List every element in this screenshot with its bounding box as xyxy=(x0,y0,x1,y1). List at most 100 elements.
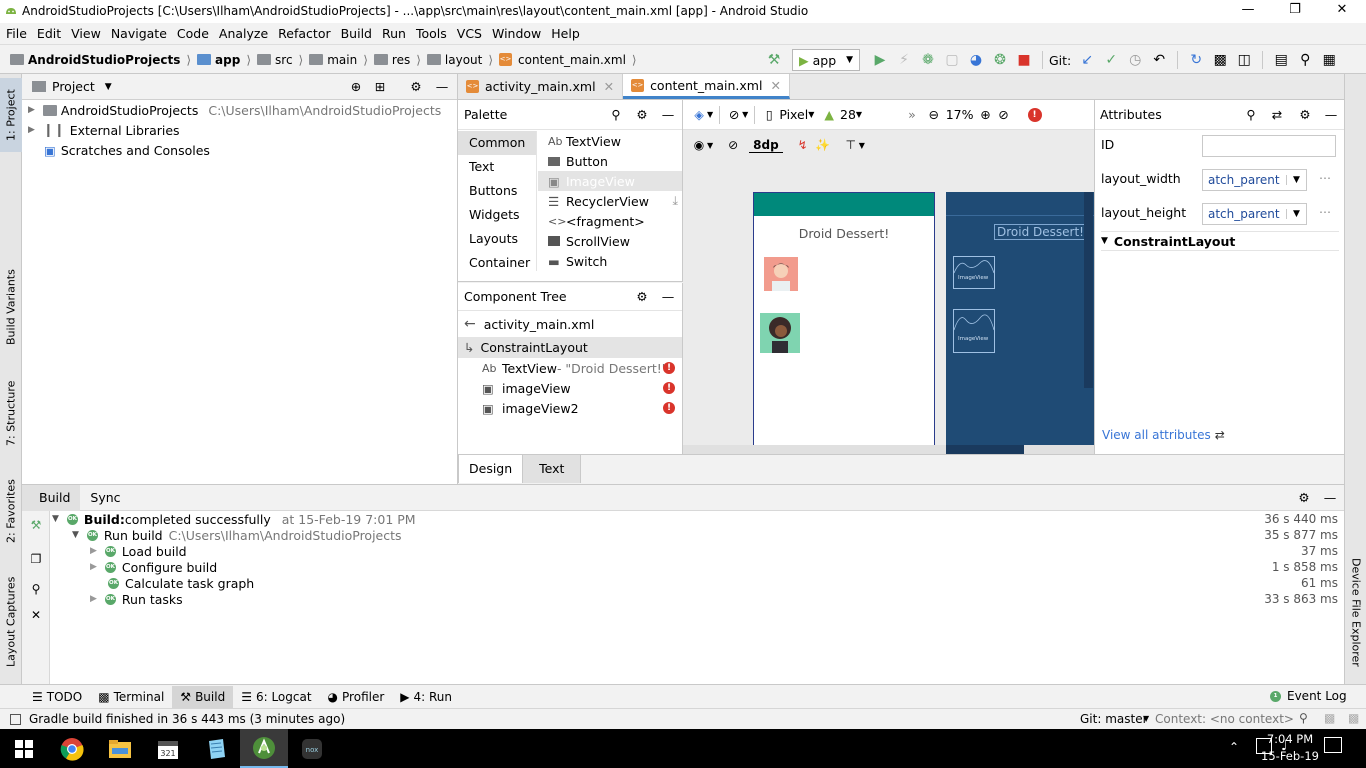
project-tool-tab[interactable]: 1: Project xyxy=(0,78,22,152)
build-hammer-icon[interactable]: ⚒ xyxy=(28,517,44,533)
tab-sync[interactable]: Sync xyxy=(80,485,130,511)
menu-code[interactable]: Code xyxy=(172,23,214,45)
error-icon[interactable]: ! xyxy=(663,362,675,374)
back-arrow-icon[interactable]: ← xyxy=(464,316,476,332)
blueprint-title-text[interactable]: Droid Dessert! xyxy=(994,224,1087,240)
close-icon[interactable]: ✕ xyxy=(28,607,44,623)
layout-captures-tool-tab[interactable]: Layout Captures xyxy=(0,572,22,672)
palette-item-imageview[interactable]: ▣ ImageView xyxy=(538,171,682,191)
lock-icon[interactable]: ⚲ xyxy=(1299,711,1308,725)
clock[interactable]: 7:04 PM 15-Feb-19 xyxy=(1244,731,1324,765)
hide-icon[interactable]: — xyxy=(1322,490,1338,506)
close-icon[interactable]: ✕ xyxy=(604,79,614,94)
blueprint-imageview[interactable]: ImageView xyxy=(953,256,995,289)
palette-category-container[interactable]: Container xyxy=(458,251,536,271)
attach-debugger-icon[interactable]: ▢ xyxy=(940,48,964,72)
menu-refactor[interactable]: Refactor xyxy=(273,23,335,45)
breadcrumb-src[interactable]: src ⟩ xyxy=(257,53,303,67)
logcat-tool-button[interactable]: ☰ 6: Logcat xyxy=(233,686,319,708)
build-row-calculate-task-graph[interactable]: OK Calculate task graph 61 ms xyxy=(108,575,1342,591)
default-margin-select[interactable]: 8dp xyxy=(749,138,783,153)
chevron-down-icon[interactable]: ▼ xyxy=(105,82,112,92)
todo-tool-button[interactable]: ☰ TODO xyxy=(24,686,90,708)
more-icon[interactable]: ⋯ xyxy=(1319,205,1331,219)
menu-view[interactable]: View xyxy=(66,23,106,45)
favorites-tool-tab[interactable]: 2: Favorites xyxy=(0,472,22,550)
blueprint-imageview2[interactable]: ImageView xyxy=(953,309,995,353)
build-row-configure-build[interactable]: ▶ OK Configure build 1 s 858 ms xyxy=(90,559,1342,575)
eye-icon[interactable]: ◉ xyxy=(691,137,707,153)
component-tree-imageview[interactable]: ▣ imageView ! xyxy=(458,378,682,398)
tab-activity-main[interactable]: <> activity_main.xml ✕ xyxy=(458,74,624,99)
sdk-manager-icon[interactable]: ◫ xyxy=(1232,48,1256,72)
preview-avatar-man[interactable] xyxy=(764,257,798,291)
component-tree-textview[interactable]: Ab TextView - "Droid Dessert!" ! xyxy=(458,358,682,378)
collapse-arrow-icon[interactable]: ▼ xyxy=(1101,236,1108,246)
build-variants-tool-tab[interactable]: Build Variants xyxy=(0,262,22,352)
clear-constraints-icon[interactable]: ↯ xyxy=(795,137,811,153)
hide-icon[interactable]: — xyxy=(660,289,676,305)
palette-category-buttons[interactable]: Buttons xyxy=(458,179,536,203)
palette-category-widgets[interactable]: Widgets xyxy=(458,203,536,227)
rollback-icon[interactable]: ↶ xyxy=(1147,48,1171,72)
align-icon[interactable]: ⊤ xyxy=(843,137,859,153)
menu-edit[interactable]: Edit xyxy=(32,23,66,45)
layout-height-select[interactable]: atch_parent ▼ xyxy=(1202,203,1307,225)
gear-icon[interactable]: ⚙ xyxy=(634,107,650,123)
breadcrumb-res[interactable]: res ⟩ xyxy=(373,53,421,67)
menu-build[interactable]: Build xyxy=(336,23,377,45)
toggle-view-icon[interactable]: ❐ xyxy=(28,551,44,567)
android-studio-taskbar-button[interactable] xyxy=(240,729,288,768)
stop-icon[interactable]: ■ xyxy=(1012,48,1036,72)
gear-icon[interactable]: ⚙ xyxy=(1296,490,1312,506)
horizontal-scrollbar[interactable] xyxy=(683,445,1094,454)
autoconnect-icon[interactable]: ⊘ xyxy=(725,137,741,153)
hide-icon[interactable]: — xyxy=(1323,107,1339,123)
build-row-run-tasks[interactable]: ▶ OK Run tasks 33 s 863 ms xyxy=(90,591,1342,607)
coverage-icon[interactable]: ❂ xyxy=(988,48,1012,72)
more-icon[interactable]: ⋯ xyxy=(1319,171,1331,185)
breadcrumb-root[interactable]: AndroidStudioProjects ⟩ xyxy=(10,53,191,67)
expand-arrow-icon[interactable]: ▶ xyxy=(90,594,97,604)
git-commit-icon[interactable]: ✓ xyxy=(1099,48,1123,72)
git-branch[interactable]: Git: master xyxy=(1080,712,1148,726)
expand-arrow-icon[interactable]: ▶ xyxy=(90,546,97,556)
calendar-taskbar-button[interactable]: 321 xyxy=(144,729,192,768)
palette-category-text[interactable]: Text xyxy=(458,155,536,179)
zoom-fit-icon[interactable]: ⊘ xyxy=(996,107,1012,123)
structure-tool-tab[interactable]: 7: Structure xyxy=(0,374,22,452)
overflow-icon[interactable]: » xyxy=(908,107,916,122)
tab-design[interactable]: Design xyxy=(458,455,524,483)
gear-icon[interactable]: ⚙ xyxy=(408,79,424,95)
run-tool-button[interactable]: ▶ 4: Run xyxy=(392,686,460,708)
menu-help[interactable]: Help xyxy=(546,23,585,45)
palette-item-scrollview[interactable]: ScrollView xyxy=(538,231,682,251)
chrome-taskbar-button[interactable] xyxy=(48,729,96,768)
project-structure-icon[interactable]: ▤ xyxy=(1269,48,1293,72)
error-icon[interactable]: ! xyxy=(663,382,675,394)
breadcrumb-layout[interactable]: layout ⟩ xyxy=(426,53,493,67)
palette-category-common[interactable]: Common xyxy=(458,131,536,155)
hide-icon[interactable]: — xyxy=(434,79,450,95)
build-row-run-build[interactable]: ▼ OK Run build C:\Users\Ilham\AndroidStu… xyxy=(72,527,1342,543)
palette-item-button[interactable]: Button xyxy=(538,151,682,171)
expand-arrow-icon[interactable]: ▶ xyxy=(28,105,35,115)
avd-manager-icon[interactable]: ▩ xyxy=(1208,48,1232,72)
inspector-icon[interactable]: ▩ xyxy=(1324,711,1335,725)
profile-icon[interactable]: ◕ xyxy=(964,48,988,72)
palette-item-switch[interactable]: ▬ Switch xyxy=(538,251,682,271)
restore-button[interactable]: ❐ xyxy=(1285,2,1305,20)
close-button[interactable]: ✕ xyxy=(1332,2,1352,20)
breadcrumb-app[interactable]: app ⟩ xyxy=(197,53,251,67)
device-icon[interactable]: ▯ xyxy=(761,107,777,123)
project-root-item[interactable]: ▶ AndroidStudioProjects C:\Users\Ilham\A… xyxy=(22,100,457,120)
menu-run[interactable]: Run xyxy=(377,23,411,45)
device-select[interactable]: Pixel xyxy=(779,107,808,122)
palette-item-fragment[interactable]: <> <fragment> xyxy=(538,211,682,231)
menu-navigate[interactable]: Navigate xyxy=(106,23,172,45)
gear-icon[interactable]: ⚙ xyxy=(634,289,650,305)
zoom-in-icon[interactable]: ⊕ xyxy=(978,107,994,123)
build-tool-button[interactable]: ⚒ Build xyxy=(172,685,234,708)
design-surface-icon[interactable]: ◈ xyxy=(691,107,707,123)
breadcrumb-main[interactable]: main ⟩ xyxy=(309,53,368,67)
